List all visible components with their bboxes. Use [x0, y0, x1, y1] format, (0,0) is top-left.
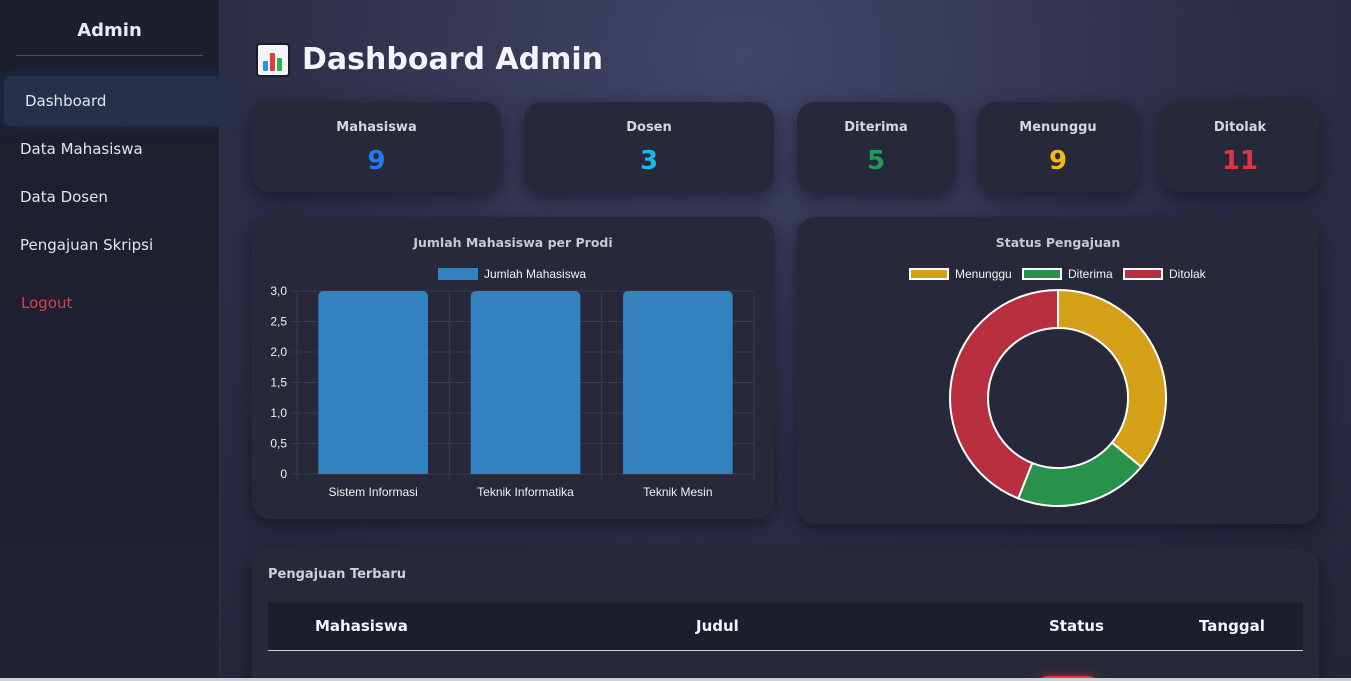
bar — [318, 291, 429, 474]
stat-label: Mahasiswa — [336, 120, 417, 135]
x-tick-label: Teknik Informatika — [477, 485, 574, 499]
page-title: Dashboard Admin — [256, 42, 603, 77]
column-header-mahasiswa[interactable]: Mahasiswa — [315, 617, 408, 635]
table-header: Mahasiswa Judul Status Tanggal — [268, 602, 1303, 651]
logout-link[interactable]: Logout — [21, 294, 72, 312]
bar-chart-card: Jumlah Mahasiswa per Prodi Jumlah Mahasi… — [252, 217, 774, 519]
sidebar-item-data-mahasiswa[interactable]: Data Mahasiswa — [20, 140, 143, 158]
bar-chart: 3,0 2,5 2,0 1,5 1,0 0,5 0 Sistem Informasi Tekni… — [270, 284, 755, 499]
stat-value: 9 — [367, 146, 386, 176]
stat-value: 11 — [1221, 146, 1259, 176]
page-title-text: Dashboard Admin — [302, 42, 603, 77]
stat-value: 5 — [866, 146, 886, 176]
stat-label: Menunggu — [1019, 120, 1097, 135]
bar — [470, 291, 581, 474]
stat-value: 9 — [1048, 146, 1068, 176]
sidebar-title: Admin — [16, 20, 203, 56]
y-tick-label: 1,5 — [270, 376, 287, 390]
stat-card-ditolak: Ditolak 11 — [1161, 102, 1319, 192]
sidebar: Admin Dashboard Data Mahasiswa Data Dose… — [0, 0, 224, 681]
bar — [622, 291, 733, 474]
column-header-status[interactable]: Status — [1049, 617, 1104, 635]
stat-card-dosen: Dosen 3 — [524, 102, 774, 192]
donut-slice-diterima — [1016, 441, 1143, 507]
y-tick-label: 2,0 — [270, 345, 287, 359]
y-tick-label: 1,0 — [270, 406, 287, 420]
stat-card-diterima: Diterima 5 — [797, 102, 955, 192]
y-tick-label: 0,5 — [270, 437, 287, 451]
donut-chart — [949, 288, 1167, 507]
donut-slice-menunggu — [1057, 288, 1167, 469]
column-header-tanggal[interactable]: Tanggal — [1199, 617, 1265, 635]
bar-chart-icon — [256, 42, 290, 77]
stat-card-mahasiswa: Mahasiswa 9 — [252, 102, 501, 192]
stat-label: Dosen — [626, 120, 672, 135]
x-tick-label: Teknik Mesin — [643, 485, 712, 499]
stat-label: Ditolak — [1213, 120, 1267, 135]
sidebar-item-data-dosen[interactable]: Data Dosen — [20, 188, 108, 206]
stat-value: 3 — [639, 146, 659, 176]
recent-submissions-card: Pengajuan Terbaru Mahasiswa Judul Status… — [252, 549, 1319, 681]
y-tick-label: 3,0 — [270, 284, 287, 298]
stat-label: Diterima — [844, 120, 908, 135]
sidebar-item-dashboard[interactable]: Dashboard — [25, 92, 106, 110]
column-header-judul[interactable]: Judul — [696, 617, 739, 635]
stat-card-menunggu: Menunggu 9 — [978, 102, 1138, 192]
y-tick-label: 2,5 — [270, 315, 287, 329]
sidebar-item-pengajuan-skripsi[interactable]: Pengajuan Skripsi — [20, 236, 153, 254]
table-title: Pengajuan Terbaru — [268, 567, 407, 582]
x-tick-label: Sistem Informasi — [328, 485, 417, 499]
donut-chart-card: Status Pengajuan Menunggu Diterima Ditol… — [797, 217, 1319, 524]
y-tick-label: 0 — [280, 467, 287, 481]
